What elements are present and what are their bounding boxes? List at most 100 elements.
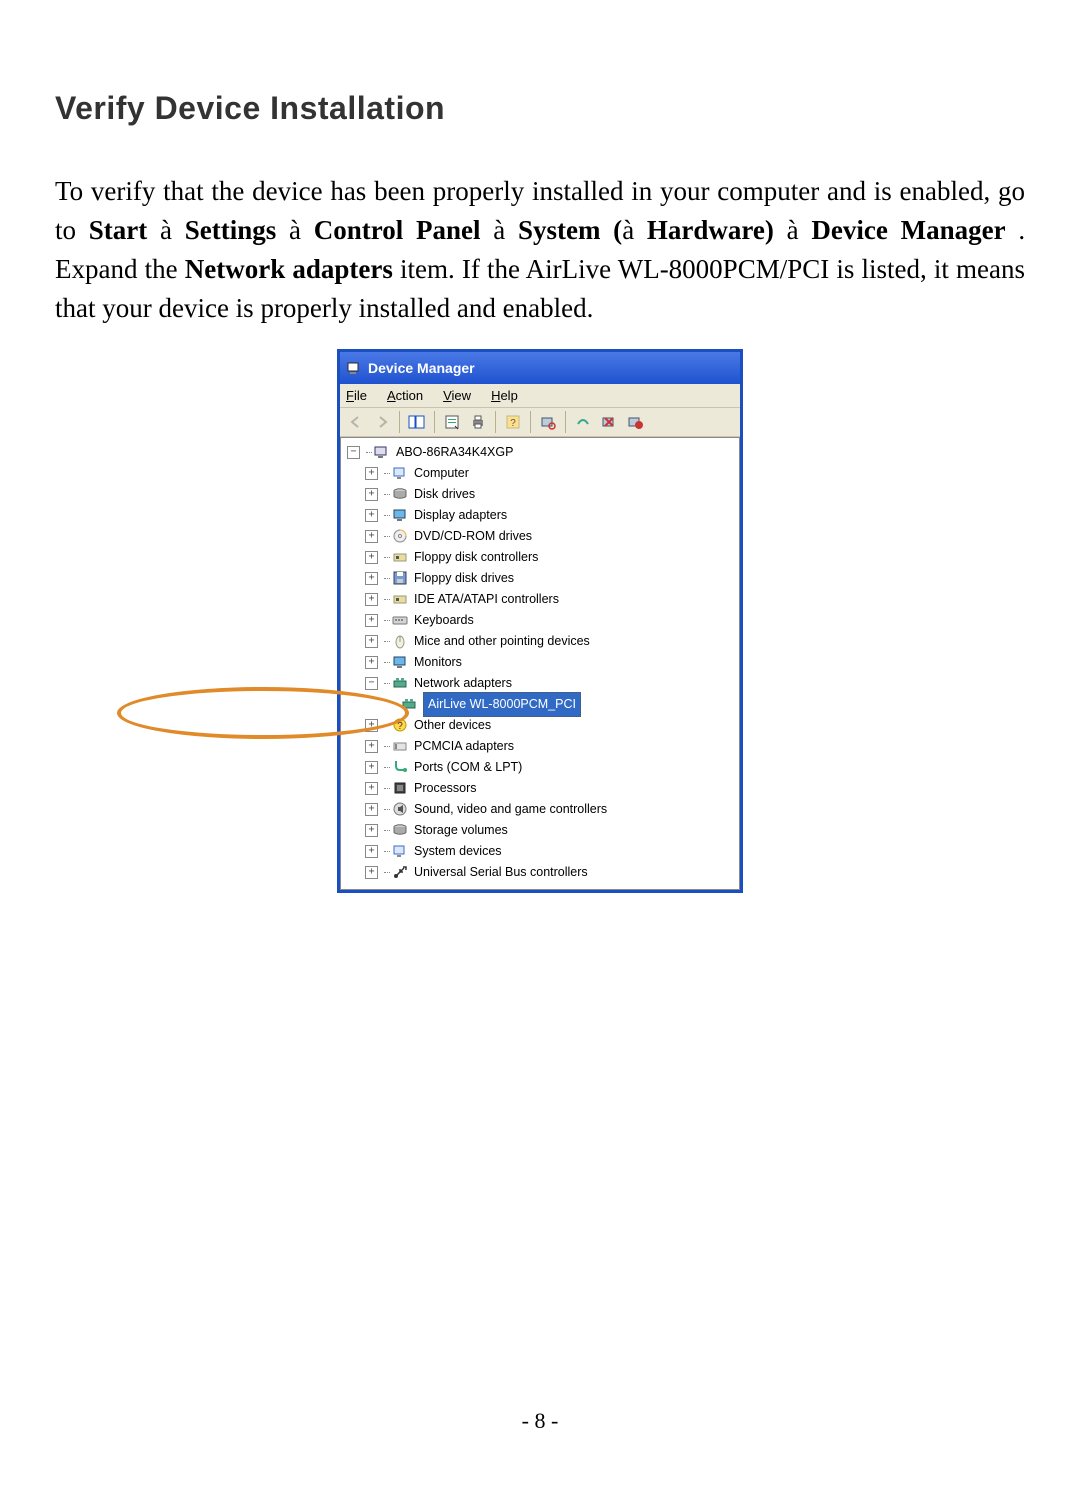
- display-icon: [392, 507, 408, 523]
- menu-view[interactable]: VViewiew: [443, 388, 471, 403]
- menu-bar: FFileile AActionction VViewiew HHelpelp: [340, 384, 740, 408]
- expand-icon[interactable]: +: [365, 467, 378, 480]
- toolbar-separator: [434, 411, 435, 433]
- collapse-icon[interactable]: −: [347, 446, 360, 459]
- device-manager-icon: [346, 360, 362, 376]
- tree-item[interactable]: + Floppy disk controllers: [347, 547, 737, 568]
- expand-icon[interactable]: +: [365, 656, 378, 669]
- expand-icon[interactable]: +: [365, 803, 378, 816]
- menu-help[interactable]: HHelpelp: [491, 388, 518, 403]
- page-heading: Verify Device Installation: [55, 90, 1025, 127]
- tree-item-label: Floppy disk controllers: [414, 547, 538, 568]
- menu-file[interactable]: FFileile: [346, 388, 367, 403]
- expand-icon[interactable]: +: [365, 488, 378, 501]
- path-start: Start: [89, 215, 147, 245]
- controller-icon: [392, 549, 408, 565]
- tree-item[interactable]: + Ports (COM & LPT): [347, 757, 737, 778]
- tree-item[interactable]: + Disk drives: [347, 484, 737, 505]
- tree-item[interactable]: + Processors: [347, 778, 737, 799]
- tree-item[interactable]: +PCMCIA adapters: [347, 736, 737, 757]
- scan-hardware-button[interactable]: [536, 411, 560, 433]
- update-driver-button[interactable]: [571, 411, 595, 433]
- device-manager-window: Device Manager FFileile AActionction VVi…: [337, 349, 743, 893]
- cd-icon: [392, 528, 408, 544]
- tree-item-label: Ports (COM & LPT): [414, 757, 522, 778]
- show-hide-tree-button[interactable]: [405, 411, 429, 433]
- tree-item-label: System devices: [414, 841, 502, 862]
- title-bar[interactable]: Device Manager: [340, 352, 740, 384]
- tree-item-label: Sound, video and game controllers: [414, 799, 607, 820]
- tree-root[interactable]: − ABO-86RA34K4XGP: [347, 442, 737, 463]
- tree-item[interactable]: + Storage volumes: [347, 820, 737, 841]
- tree-item[interactable]: + System devices: [347, 841, 737, 862]
- sep-5: à: [774, 215, 811, 245]
- tree-item[interactable]: − Network adapters: [347, 673, 737, 694]
- mouse-icon: [392, 633, 408, 649]
- tree-item-label: Universal Serial Bus controllers: [414, 862, 588, 883]
- menu-action[interactable]: AActionction: [387, 388, 423, 403]
- expand-icon[interactable]: +: [365, 719, 378, 732]
- tree-item-label: Storage volumes: [414, 820, 508, 841]
- expand-icon[interactable]: +: [365, 824, 378, 837]
- expand-icon[interactable]: +: [365, 572, 378, 585]
- expand-icon[interactable]: +: [365, 782, 378, 795]
- tree-item[interactable]: +Mice and other pointing devices: [347, 631, 737, 652]
- disk-icon: [392, 486, 408, 502]
- path-system: System (: [518, 215, 622, 245]
- tree-item[interactable]: + IDE ATA/ATAPI controllers: [347, 589, 737, 610]
- cpu-icon: [392, 780, 408, 796]
- back-button[interactable]: [344, 411, 368, 433]
- disable-button[interactable]: [623, 411, 647, 433]
- tree-item[interactable]: + Universal Serial Bus controllers: [347, 862, 737, 883]
- sep-1: à: [147, 215, 184, 245]
- expand-icon[interactable]: +: [365, 845, 378, 858]
- tree-item[interactable]: + Keyboards: [347, 610, 737, 631]
- tree-item-child[interactable]: AirLive WL-8000PCM_PCI: [347, 694, 737, 715]
- computer-icon: [392, 843, 408, 859]
- tree-item-label: Monitors: [414, 652, 462, 673]
- tree-item[interactable]: +?Other devices: [347, 715, 737, 736]
- expand-icon[interactable]: +: [365, 740, 378, 753]
- expand-icon[interactable]: +: [365, 551, 378, 564]
- toolbar-separator: [495, 411, 496, 433]
- network-adapter-icon: [401, 696, 417, 712]
- uninstall-button[interactable]: [597, 411, 621, 433]
- port-icon: [392, 759, 408, 775]
- path-control: Control Panel: [314, 215, 481, 245]
- disk-icon: [392, 822, 408, 838]
- forward-button[interactable]: [370, 411, 394, 433]
- tree-item-label: IDE ATA/ATAPI controllers: [414, 589, 559, 610]
- tree-item[interactable]: + Sound, video and game controllers: [347, 799, 737, 820]
- expand-icon[interactable]: +: [365, 509, 378, 522]
- tree-item-label: Keyboards: [414, 610, 474, 631]
- expand-icon[interactable]: +: [365, 866, 378, 879]
- tree-item-label: Other devices: [414, 715, 491, 736]
- tree-item[interactable]: + Monitors: [347, 652, 737, 673]
- tree-item[interactable]: +DVD/CD-ROM drives: [347, 526, 737, 547]
- expand-icon[interactable]: +: [365, 530, 378, 543]
- print-button[interactable]: [466, 411, 490, 433]
- tree-item[interactable]: +Floppy disk drives: [347, 568, 737, 589]
- pcmcia-icon: [392, 738, 408, 754]
- help-button[interactable]: ?: [501, 411, 525, 433]
- tree-item[interactable]: +Computer: [347, 463, 737, 484]
- tree-root-label: ABO-86RA34K4XGP: [396, 442, 513, 463]
- svg-text:?: ?: [510, 418, 516, 429]
- properties-button[interactable]: [440, 411, 464, 433]
- expand-icon[interactable]: +: [365, 761, 378, 774]
- tree-item[interactable]: +Display adapters: [347, 505, 737, 526]
- usb-icon: [392, 864, 408, 880]
- device-tree[interactable]: − ABO-86RA34K4XGP +Computer+Disk drives+…: [340, 437, 740, 890]
- tree-item-label: Disk drives: [414, 484, 475, 505]
- tree-item-label: Network adapters: [414, 673, 512, 694]
- computer-icon: [374, 444, 390, 460]
- tree-item-label: Processors: [414, 778, 477, 799]
- expand-icon[interactable]: +: [365, 593, 378, 606]
- floppy-icon: [392, 570, 408, 586]
- window-title: Device Manager: [368, 360, 475, 376]
- expand-icon[interactable]: +: [365, 614, 378, 627]
- collapse-icon[interactable]: −: [365, 677, 378, 690]
- expand-icon[interactable]: +: [365, 635, 378, 648]
- toolbar-separator: [530, 411, 531, 433]
- toolbar-separator: [399, 411, 400, 433]
